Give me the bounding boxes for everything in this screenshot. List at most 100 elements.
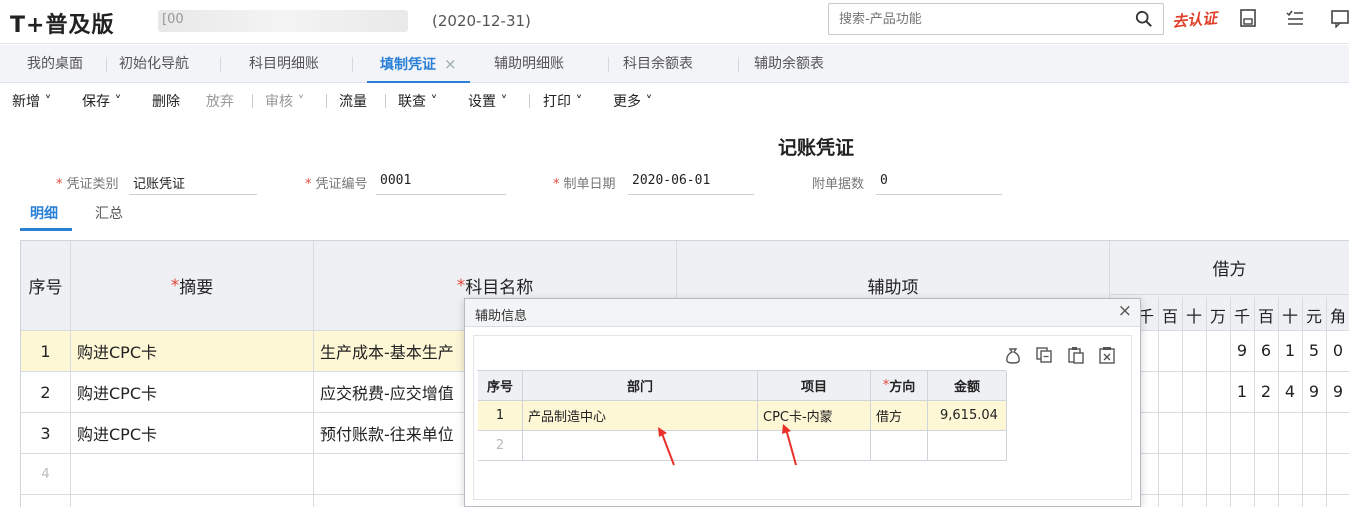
dialog-header: 辅助信息 × <box>465 299 1140 327</box>
debit-digit: 6 <box>1260 341 1272 360</box>
digit-header: 千 <box>1233 307 1250 326</box>
toolbar-divider <box>252 94 253 108</box>
row-summary[interactable] <box>71 454 314 495</box>
digit-header: 元 <box>1305 307 1322 326</box>
digit-divider <box>1302 297 1303 507</box>
tab-aux-balance[interactable]: 辅助余额表 <box>754 45 824 83</box>
debit-digit: 4 <box>1284 382 1296 401</box>
row-seq: 4 <box>21 454 71 495</box>
debit-digit: 0 <box>1332 341 1344 360</box>
app-header: T+普及版 [00 (2020-12-31) 去认证 <box>0 0 1349 44</box>
toolbar-divider <box>326 94 327 108</box>
link-query-button[interactable]: 联查 ˅ <box>398 91 437 111</box>
tab-init-guide[interactable]: 初始化导航 <box>119 45 189 83</box>
aux-col-direction: * 方向 <box>871 371 928 401</box>
delete-row-icon[interactable] <box>1097 345 1117 365</box>
save-disk-icon[interactable] <box>1238 8 1258 28</box>
debit-digit: 9 <box>1236 341 1248 360</box>
flow-button[interactable]: 流量 <box>339 91 367 111</box>
aux-row-dept[interactable] <box>523 431 758 461</box>
row-summary[interactable]: 购进CPC卡 <box>71 413 314 454</box>
new-button[interactable]: 新增 ˅ <box>12 91 51 111</box>
digit-header: 十 <box>1281 307 1298 326</box>
digit-divider <box>1182 297 1183 507</box>
digit-header: 百 <box>1161 307 1178 326</box>
page-tabs: 我的桌面 初始化导航 科目明细账 填制凭证 × 辅助明细账 科目余额表 辅助余额表 <box>0 45 1349 83</box>
audit-button[interactable]: 审核 ˅ <box>265 91 304 111</box>
toolbar: 新增 ˅ 保存 ˅ 删除 放弃 审核 ˅ 流量 联查 ˅ 设置 ˅ 打印 ˅ 更… <box>0 84 1349 116</box>
digit-header: 角 <box>1329 307 1346 326</box>
search-input[interactable] <box>829 4 1119 34</box>
close-icon[interactable]: × <box>444 55 457 73</box>
tab-aux-detail[interactable]: 辅助明细账 <box>494 45 564 83</box>
tab-account-balance[interactable]: 科目余额表 <box>623 45 693 83</box>
voucher-title: 记账凭证 <box>778 137 855 159</box>
print-button[interactable]: 打印 ˅ <box>543 91 582 111</box>
debit-digit: 2 <box>1260 382 1272 401</box>
voucher-number-label: * 凭证编号 <box>305 177 368 192</box>
aux-row-direction[interactable]: 借方 <box>871 401 928 431</box>
col-header-seq: 序号 <box>21 241 71 331</box>
digit-header: 百 <box>1257 307 1274 326</box>
attachments-field[interactable]: 0 <box>876 171 1002 195</box>
tab-detail[interactable]: 明细 <box>30 203 58 223</box>
toolbar-divider <box>385 94 386 108</box>
aux-col-dept: 部门 <box>523 371 758 401</box>
settings-button[interactable]: 设置 ˅ <box>468 91 507 111</box>
col-header-debit: 借方 <box>1110 241 1349 295</box>
search-box[interactable] <box>828 3 1164 35</box>
aux-row-project[interactable]: CPC卡-内蒙 <box>758 401 871 431</box>
aux-row-project[interactable] <box>758 431 871 461</box>
account-date: (2020-12-31) <box>432 12 531 30</box>
save-button[interactable]: 保存 ˅ <box>82 91 121 111</box>
aux-row-direction[interactable] <box>871 431 928 461</box>
row-summary[interactable] <box>71 495 314 507</box>
aux-row-dept[interactable]: 产品制造中心 <box>523 401 758 431</box>
digit-divider <box>1326 297 1327 507</box>
aux-row-amount[interactable]: 9,615.04 <box>928 401 1007 431</box>
col-header-summary: * 摘要 <box>71 241 314 331</box>
active-tab-indicator <box>20 228 72 231</box>
row-summary[interactable]: 购进CPC卡 <box>71 372 314 413</box>
row-seq: 1 <box>21 331 71 372</box>
more-button[interactable]: 更多 ˅ <box>613 91 652 111</box>
digit-divider <box>1230 297 1231 507</box>
close-icon[interactable]: × <box>1118 301 1132 321</box>
digit-divider <box>1254 297 1255 507</box>
search-icon[interactable] <box>1135 10 1153 28</box>
attachments-label: 附单据数 <box>812 177 865 192</box>
company-name[interactable]: [00 <box>158 10 408 32</box>
tab-account-detail[interactable]: 科目明细账 <box>249 45 319 83</box>
voucher-date-field[interactable]: 2020-06-01 <box>628 171 754 195</box>
digit-header: 十 <box>1185 307 1202 326</box>
toolbar-divider <box>529 94 530 108</box>
tab-my-desktop[interactable]: 我的桌面 <box>27 45 83 83</box>
tab-divider <box>352 57 353 72</box>
tab-fill-voucher[interactable]: 填制凭证 × <box>367 45 470 83</box>
aux-row-seq: 1 <box>478 401 523 431</box>
delete-button[interactable]: 删除 <box>152 91 180 111</box>
debit-digit: 1 <box>1236 382 1248 401</box>
aux-col-amount: 金额 <box>928 371 1007 401</box>
debit-digit: 1 <box>1284 341 1296 360</box>
paste-icon[interactable] <box>1066 345 1086 365</box>
voucher-number-field[interactable]: 0001 <box>376 171 506 195</box>
row-summary[interactable]: 购进CPC卡 <box>71 331 314 372</box>
row-seq: 3 <box>21 413 71 454</box>
row-seq <box>21 495 71 507</box>
aux-info-table: 序号 部门 项目 * 方向 金额 1 产品制造中心 CPC卡-内蒙 借方 9,61… <box>477 370 1007 461</box>
voucher-type-field[interactable]: 记账凭证 <box>129 171 257 195</box>
app-logo: T+普及版 <box>10 13 115 38</box>
digit-divider <box>1206 297 1207 507</box>
checklist-icon[interactable] <box>1285 8 1305 28</box>
message-icon[interactable] <box>1330 8 1349 28</box>
tab-divider <box>220 57 221 72</box>
copy-icon[interactable] <box>1034 345 1054 365</box>
tab-summary[interactable]: 汇总 <box>95 203 123 223</box>
tab-divider <box>106 57 107 72</box>
money-bag-icon[interactable] <box>1003 345 1023 365</box>
aux-row-amount[interactable] <box>928 431 1007 461</box>
certify-badge[interactable]: 去认证 <box>1171 7 1218 32</box>
discard-button[interactable]: 放弃 <box>206 91 234 111</box>
debit-digit: 5 <box>1308 341 1320 360</box>
